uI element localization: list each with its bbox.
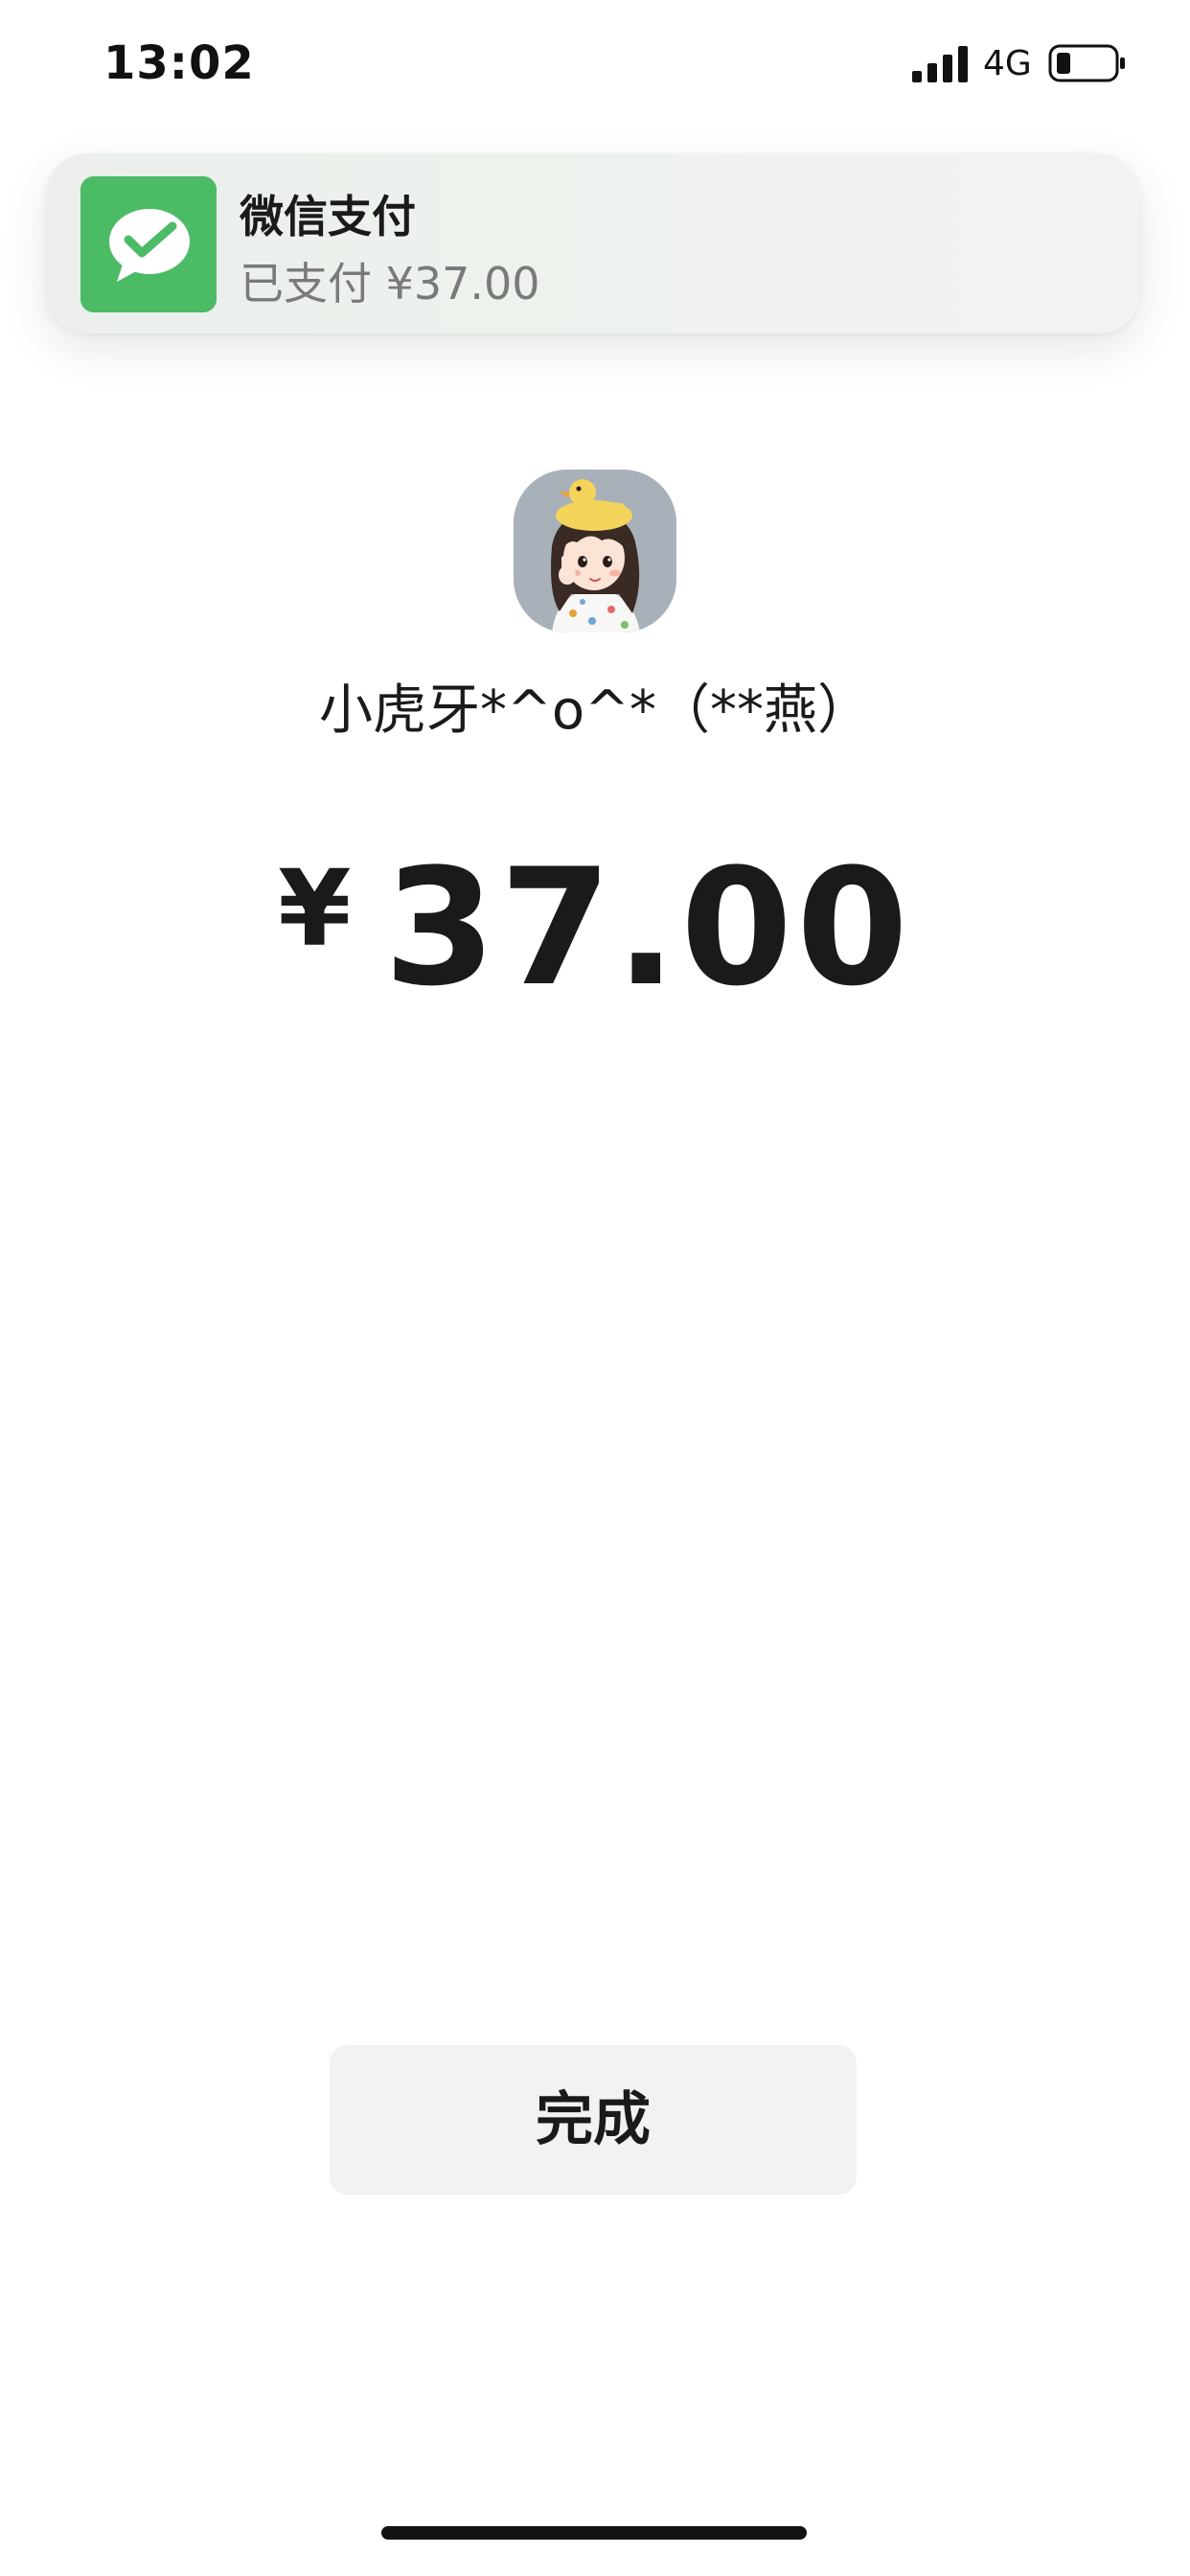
currency-symbol: ¥	[278, 847, 352, 970]
payment-notification-banner[interactable]: 微信支付 已支付 ¥37.00	[46, 153, 1140, 334]
battery-icon	[1048, 44, 1125, 82]
amount-value: 37.00	[383, 834, 912, 1022]
avatar	[514, 470, 676, 632]
payment-success-screen: 13:02 4G 微信支付 已支付 ¥37.00 小虎牙*^o^*（**燕） ¥…	[0, 0, 1190, 2576]
payee-name: 小虎牙*^o^*（**燕）	[318, 679, 872, 742]
signal-bars-icon	[912, 46, 968, 82]
network-type-label: 4G	[983, 44, 1032, 83]
status-time: 13:02	[103, 36, 255, 90]
done-button[interactable]: 完成	[330, 2045, 857, 2195]
notification-body: 已支付 ¥37.00	[240, 258, 540, 310]
payment-amount: ¥37.00	[0, 834, 1190, 1022]
wechat-pay-icon	[80, 176, 217, 312]
notification-title: 微信支付	[240, 191, 416, 242]
status-bar: 13:02 4G	[0, 0, 1190, 125]
home-indicator[interactable]	[381, 2526, 807, 2540]
